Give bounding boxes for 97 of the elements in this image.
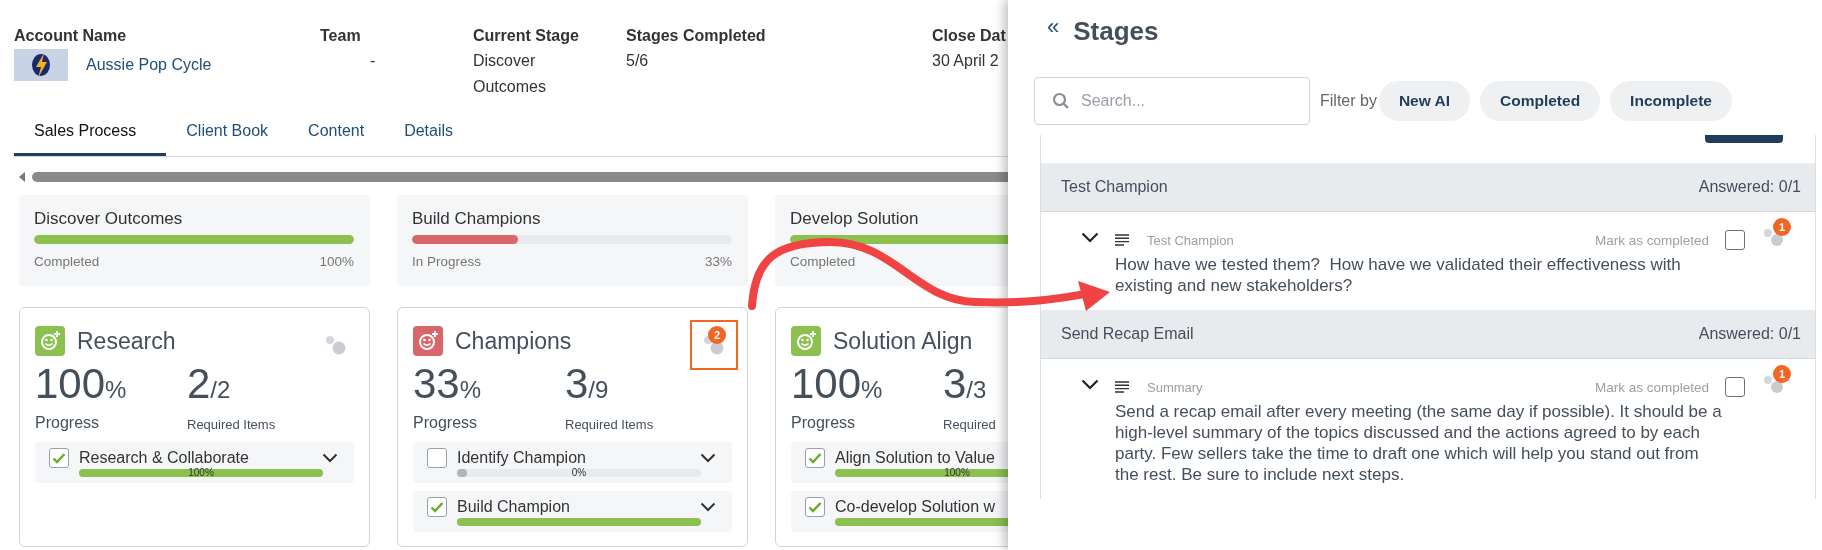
tab[interactable]: Client Book xyxy=(166,108,289,156)
count-badge: 1 xyxy=(1773,218,1791,236)
stat-label: Required xyxy=(943,417,997,432)
checkbox[interactable] xyxy=(805,497,825,517)
checklist-item[interactable]: Build Champion xyxy=(413,491,732,532)
status-text: Completed xyxy=(790,254,856,269)
item-label: Co-develop Solution w xyxy=(835,498,997,516)
collapse-button[interactable]: « xyxy=(1047,16,1060,38)
chevron-down-icon[interactable] xyxy=(700,502,716,512)
completed-count: 2 xyxy=(187,360,211,407)
field-label: Current Stage xyxy=(473,26,580,46)
progress-value: 100 xyxy=(35,360,106,407)
group-title: Test Champion xyxy=(1061,178,1168,196)
checklist-item[interactable]: Identify Champion 0% xyxy=(413,442,732,483)
percent-sign: % xyxy=(459,376,482,403)
status-text: In Progress xyxy=(412,254,482,269)
stat-label: Progress xyxy=(791,414,857,432)
mark-completed-label: Mark as completed xyxy=(1594,232,1709,248)
tab[interactable]: Content xyxy=(288,108,385,156)
checkbox[interactable] xyxy=(427,497,447,517)
field-label: Close Dat xyxy=(932,26,1007,46)
stage-title: Discover Outcomes xyxy=(34,209,184,229)
stage-summary-card[interactable]: Discover Outcomes Completed 100% xyxy=(19,195,370,286)
field-label: Stages Completed xyxy=(626,26,767,46)
text-lines-icon xyxy=(1115,381,1129,393)
field-label: Account Name xyxy=(14,26,128,46)
logo-icon xyxy=(14,49,68,81)
chevron-down-icon[interactable] xyxy=(1081,379,1099,390)
account-link[interactable]: Aussie Pop Cycle xyxy=(86,56,212,74)
group-header[interactable]: Send Recap Email Answered: 0/1 xyxy=(1041,310,1815,359)
checkbox[interactable] xyxy=(49,448,69,468)
percent-text: 100% xyxy=(187,467,215,479)
percent-text: 100% xyxy=(943,467,971,479)
total-count: /9 xyxy=(588,376,609,403)
percent-text: 33% xyxy=(704,254,732,269)
filter-chip[interactable]: Completed xyxy=(1480,81,1601,121)
percent-text: 0% xyxy=(570,467,588,479)
stage-title: Build Champions xyxy=(412,209,542,229)
count-badge: 1 xyxy=(1773,365,1791,383)
stat-label: Required Items xyxy=(565,417,655,432)
question-text: How have we tested them? How have we validated their effectiveness with existing and new stakeholders? xyxy=(1115,254,1682,296)
question-text: Send a recap email after every meeting (the same day if possible). It should be a high-level summary of the topics discussed and the actions agreed to by each party. Few sellers take the time to draft one which will help you stand out from the rest. Be sure to include next steps. xyxy=(1115,401,1723,485)
item-label: Build Champion xyxy=(457,498,571,516)
item-label: Align Solution to Value xyxy=(835,449,996,467)
tab[interactable]: Details xyxy=(384,108,474,156)
stat-label: Progress xyxy=(35,414,101,432)
checkbox[interactable] xyxy=(1725,377,1745,397)
field-label: Team xyxy=(320,26,362,46)
panel-title: Stages xyxy=(1073,16,1159,47)
tab[interactable]: Sales Process xyxy=(14,108,167,156)
question-type: Test Champion xyxy=(1147,232,1235,248)
chevron-down-icon[interactable] xyxy=(700,453,716,463)
stage-title: Solution Align xyxy=(833,327,973,355)
question-type: Summary xyxy=(1147,379,1204,395)
checklist-item[interactable]: Align Solution to Value 100% xyxy=(791,442,1008,483)
progress-value: 33 xyxy=(413,360,460,407)
count-badge: 2 xyxy=(708,326,726,344)
total-count: /2 xyxy=(210,376,231,403)
stage-title: Develop Solution xyxy=(790,209,920,229)
item-label: Identify Champion xyxy=(457,449,587,467)
stage-title: Champions xyxy=(455,327,572,355)
filter-chip[interactable]: New AI xyxy=(1378,81,1470,121)
item-label: Research & Collaborate xyxy=(79,449,250,467)
answered-count: Answered: 0/1 xyxy=(1698,325,1801,343)
checkbox[interactable] xyxy=(1725,230,1745,250)
group-header[interactable]: Test Champion Answered: 0/1 xyxy=(1041,163,1815,212)
checkbox[interactable] xyxy=(805,448,825,468)
stat-label: Progress xyxy=(413,414,479,432)
collaborators-icon[interactable] xyxy=(325,335,347,355)
chevron-down-icon[interactable] xyxy=(1081,232,1099,243)
stage-summary-card[interactable]: Develop Solution Completed xyxy=(775,195,1008,286)
answered-count: Answered: 0/1 xyxy=(1698,178,1801,196)
checklist-item[interactable]: Research & Collaborate 100% xyxy=(35,442,354,483)
field-value: Discover Outcomes xyxy=(473,51,547,97)
checklist-item[interactable]: Co-develop Solution w xyxy=(791,491,1008,532)
field-value: - xyxy=(369,51,377,71)
stat-label: Required Items xyxy=(187,417,277,432)
mark-completed-label: Mark as completed xyxy=(1594,379,1709,395)
progress-value: 100 xyxy=(791,360,862,407)
completed-count: 3 xyxy=(943,360,967,407)
field-value: 30 April 2 xyxy=(932,51,1000,71)
filter-chip[interactable]: Incomplete xyxy=(1610,81,1732,121)
stage-summary-card[interactable]: Build Champions In Progress 33% xyxy=(397,195,748,286)
percent-text: 100% xyxy=(319,254,354,269)
percent-sign: % xyxy=(105,376,127,403)
percent-sign: % xyxy=(861,376,883,403)
field-value: 5/6 xyxy=(626,51,650,71)
stage-title: Research xyxy=(77,327,176,355)
chevron-down-icon[interactable] xyxy=(322,453,338,463)
group-title: Send Recap Email xyxy=(1061,325,1194,343)
status-text: Completed xyxy=(34,254,100,269)
checkbox[interactable] xyxy=(427,448,447,468)
filter-label: Filter by xyxy=(1320,92,1377,110)
completed-count: 3 xyxy=(565,360,589,407)
total-count: /3 xyxy=(966,376,987,403)
search-field[interactable]: Search... xyxy=(1034,77,1310,125)
text-lines-icon xyxy=(1115,234,1129,246)
